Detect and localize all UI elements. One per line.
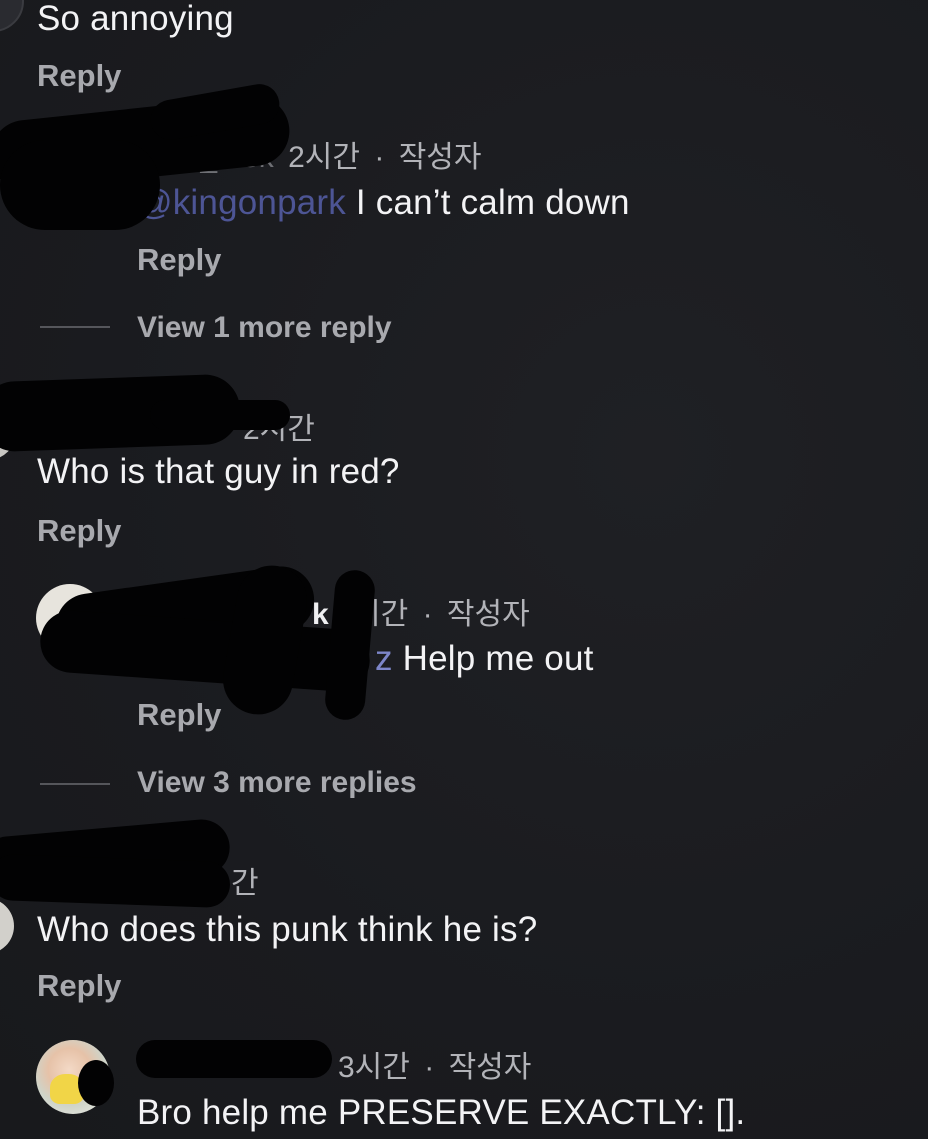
reply-button[interactable]: Reply	[137, 242, 221, 278]
view-more-replies-button[interactable]: View 1 more reply	[137, 311, 392, 345]
author-badge: 작성자	[446, 598, 530, 631]
avatar[interactable]	[0, 898, 14, 954]
comment-text: Help me out	[402, 639, 594, 678]
separator: ·	[424, 1051, 435, 1084]
author-badge: 작성자	[448, 1051, 532, 1084]
reply-button[interactable]: Reply	[37, 968, 121, 1004]
reply-button[interactable]: Reply	[137, 697, 221, 733]
reply-button[interactable]: Reply	[37, 58, 121, 94]
avatar[interactable]	[0, 0, 24, 32]
comment-text: I can’t calm down	[355, 183, 630, 222]
redaction-mark	[0, 853, 231, 909]
comment-body: @kingonpark I can’t calm down	[137, 183, 630, 223]
reply-button[interactable]: Reply	[37, 513, 121, 549]
comment-text: So annoying	[37, 0, 234, 38]
redaction-mark	[0, 140, 160, 230]
thread-line	[40, 326, 110, 328]
comments-screen: So annoying Reply n_jin_taek 2시간 · 작성자 @…	[0, 0, 928, 1139]
timestamp: 간	[231, 867, 259, 900]
redaction-mark	[150, 400, 290, 430]
mention-link[interactable]: z	[375, 639, 393, 678]
view-more-replies-button[interactable]: View 3 more replies	[137, 766, 417, 800]
timestamp: 3시간	[338, 1051, 410, 1084]
comment-text: Who is that guy in red?	[37, 452, 400, 491]
comment-meta: 3시간 · 작성자	[338, 1042, 531, 1086]
username-text[interactable]: k	[312, 598, 329, 631]
mention-link[interactable]: @kingonpark	[137, 183, 346, 222]
author-badge: 작성자	[398, 141, 482, 174]
redaction-mark	[136, 1040, 332, 1078]
separator: ·	[422, 598, 433, 631]
redaction-mark	[78, 1060, 114, 1106]
thread-line	[40, 783, 110, 785]
timestamp: 2시간	[288, 141, 361, 174]
comment-text: Who does this punk think he is?	[37, 910, 538, 949]
separator: ·	[374, 141, 385, 174]
comment-body: z Help me out	[375, 639, 594, 679]
comment-text: Bro help me PRESERVE EXACTLY: [].	[137, 1093, 746, 1132]
